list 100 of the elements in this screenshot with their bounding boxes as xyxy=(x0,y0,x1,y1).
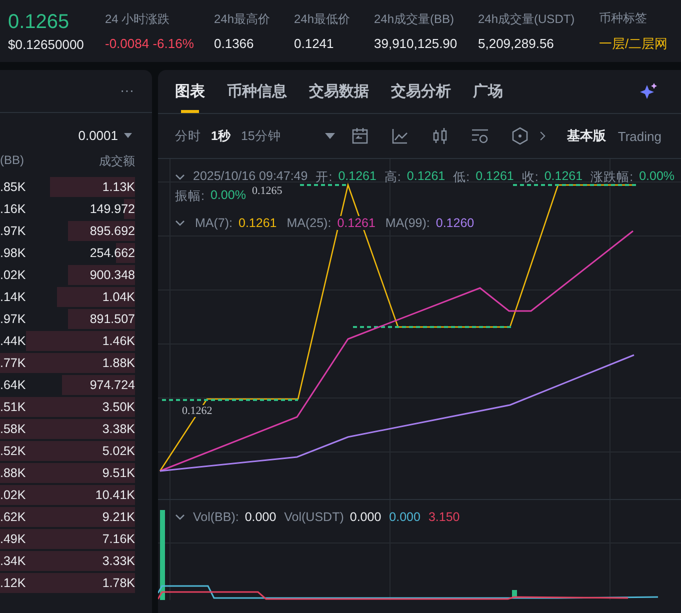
ma-value: 0.1260 xyxy=(436,216,474,230)
amount-cell: .44K xyxy=(0,334,26,348)
amount-cell: .16K xyxy=(0,202,26,216)
volume-bar xyxy=(512,590,517,598)
total-cell: 1.13K xyxy=(102,180,135,194)
volume-label: Vol(USDT) xyxy=(284,510,344,524)
stat-value: 0.1241 xyxy=(294,36,335,51)
stat-value: 39,910,125.90 xyxy=(374,36,458,51)
usd-price: $0.12650000 xyxy=(8,36,85,52)
last-price: 0.1265 xyxy=(8,10,70,34)
tab[interactable]: 广场 xyxy=(473,70,503,113)
stat-value: 一层/二层网 xyxy=(599,34,669,52)
total-cell: 10.41K xyxy=(95,488,135,502)
stat-label: 24 小时涨跌 xyxy=(105,11,171,28)
stat-label: 24h成交量(USDT) xyxy=(478,11,576,28)
stat-value: 5,209,289.56 xyxy=(478,36,555,51)
amount-cell: .85K xyxy=(0,180,26,194)
caret-icon[interactable] xyxy=(324,133,335,139)
total-cell: 891.507 xyxy=(90,312,135,326)
column-header: (BB) xyxy=(0,153,24,169)
total-cell: 1.78K xyxy=(102,576,135,590)
tab[interactable]: 币种信息 xyxy=(227,70,287,113)
price-label: 0.1262 xyxy=(180,405,214,417)
amount-cell: .52K xyxy=(0,444,26,458)
legend-value: 0.00% xyxy=(639,169,675,185)
legend-label: 低: xyxy=(453,169,470,186)
tab[interactable]: 交易数据 xyxy=(309,70,369,113)
ma-label: MA(7): xyxy=(195,216,232,230)
more-icon[interactable]: ··· xyxy=(120,82,134,102)
volume-value: 0.000 xyxy=(244,510,276,524)
legend-value: 0.1261 xyxy=(406,169,446,185)
amount-cell: .02K xyxy=(0,268,26,282)
amount-cell: .97K xyxy=(0,224,26,238)
legend-label: 高: xyxy=(384,169,401,186)
amount-cell: .88K xyxy=(0,466,26,480)
total-cell: 149.972 xyxy=(90,202,135,216)
amount-cell: .97K xyxy=(0,312,26,326)
total-cell: 9.21K xyxy=(102,510,135,524)
total-cell: 895.692 xyxy=(90,224,135,238)
precision-dropdown[interactable]: 0.0001 xyxy=(78,128,132,143)
total-cell: 1.46K xyxy=(102,334,135,348)
chevron-down-icon[interactable] xyxy=(175,174,185,181)
total-cell: 5.02K xyxy=(102,444,135,458)
ma-value: 0.1261 xyxy=(337,216,376,230)
amount-cell: .34K xyxy=(0,554,26,568)
amount-cell: .02K xyxy=(0,488,26,502)
volume-label: Vol(BB): xyxy=(193,510,239,524)
amount-cell: .64K xyxy=(0,378,26,392)
legend-value: 0.1261 xyxy=(338,169,376,185)
column-header: 成交额 xyxy=(99,153,135,169)
ma-value: 0.1261 xyxy=(238,216,277,230)
total-cell: 3.33K xyxy=(102,554,135,568)
interval-button[interactable]: 1秒 xyxy=(211,128,231,144)
sparkle-icon[interactable] xyxy=(639,82,659,102)
total-cell: 974.724 xyxy=(90,378,135,392)
legend-label: 开: xyxy=(316,169,332,186)
ma-label: MA(99): xyxy=(385,216,430,230)
chevron-down-icon[interactable] xyxy=(175,220,185,226)
volume-value: 3.150 xyxy=(428,510,460,524)
total-cell: 3.38K xyxy=(102,422,135,436)
ma-label: MA(25): xyxy=(286,216,332,230)
stat-value: 0.1366 xyxy=(214,36,255,51)
amount-cell: .49K xyxy=(0,532,26,546)
calendar-icon[interactable] xyxy=(350,127,369,145)
version-button[interactable]: 基本版 xyxy=(566,127,606,145)
total-cell: 900.348 xyxy=(90,268,135,282)
amount-cell: .58K xyxy=(0,422,26,436)
tab[interactable]: 图表 xyxy=(175,70,205,113)
line-chart-icon[interactable] xyxy=(390,127,409,145)
volume-value: 0.000 xyxy=(350,510,382,524)
legend-label: 振幅: xyxy=(175,188,204,205)
amount-cell: .62K xyxy=(0,510,26,524)
total-cell: 1.88K xyxy=(102,356,135,370)
candlestick-icon[interactable] xyxy=(430,127,449,145)
tab[interactable]: 交易分析 xyxy=(391,70,451,113)
amount-cell: .12K xyxy=(0,576,26,590)
chevron-down-icon[interactable] xyxy=(175,514,185,520)
amount-cell: .51K xyxy=(0,400,26,414)
stat-label: 币种标签 xyxy=(599,10,648,26)
stat-label: 24h最低价 xyxy=(294,11,352,28)
stat-label: 24h成交量(BB) xyxy=(374,11,456,28)
amount-cell: .77K xyxy=(0,356,26,370)
legend-label: 收: xyxy=(522,169,538,186)
caret-icon[interactable] xyxy=(124,133,132,138)
total-cell: 7.16K xyxy=(102,532,135,546)
legend-value: 0.1261 xyxy=(544,169,583,185)
legend-value: 0.00% xyxy=(210,188,246,204)
total-cell: 1.04K xyxy=(102,290,135,304)
version-button[interactable]: Trading xyxy=(618,127,662,145)
legend-label: 2025/10/16 09:47:49 xyxy=(193,169,308,185)
legend-label: 涨跌幅: xyxy=(590,169,634,186)
hexagon-icon[interactable] xyxy=(510,127,529,145)
stat-value: -0.0084 -6.16% xyxy=(105,36,195,51)
total-cell: 254.662 xyxy=(90,246,135,260)
indicator-settings-icon[interactable] xyxy=(470,127,489,145)
price-label: 0.1265 xyxy=(250,185,284,197)
amount-cell: .14K xyxy=(0,290,26,304)
interval-button[interactable]: 15分钟 xyxy=(240,128,281,144)
interval-button[interactable]: 分时 xyxy=(175,128,201,144)
stat-label: 24h最高价 xyxy=(214,11,272,28)
